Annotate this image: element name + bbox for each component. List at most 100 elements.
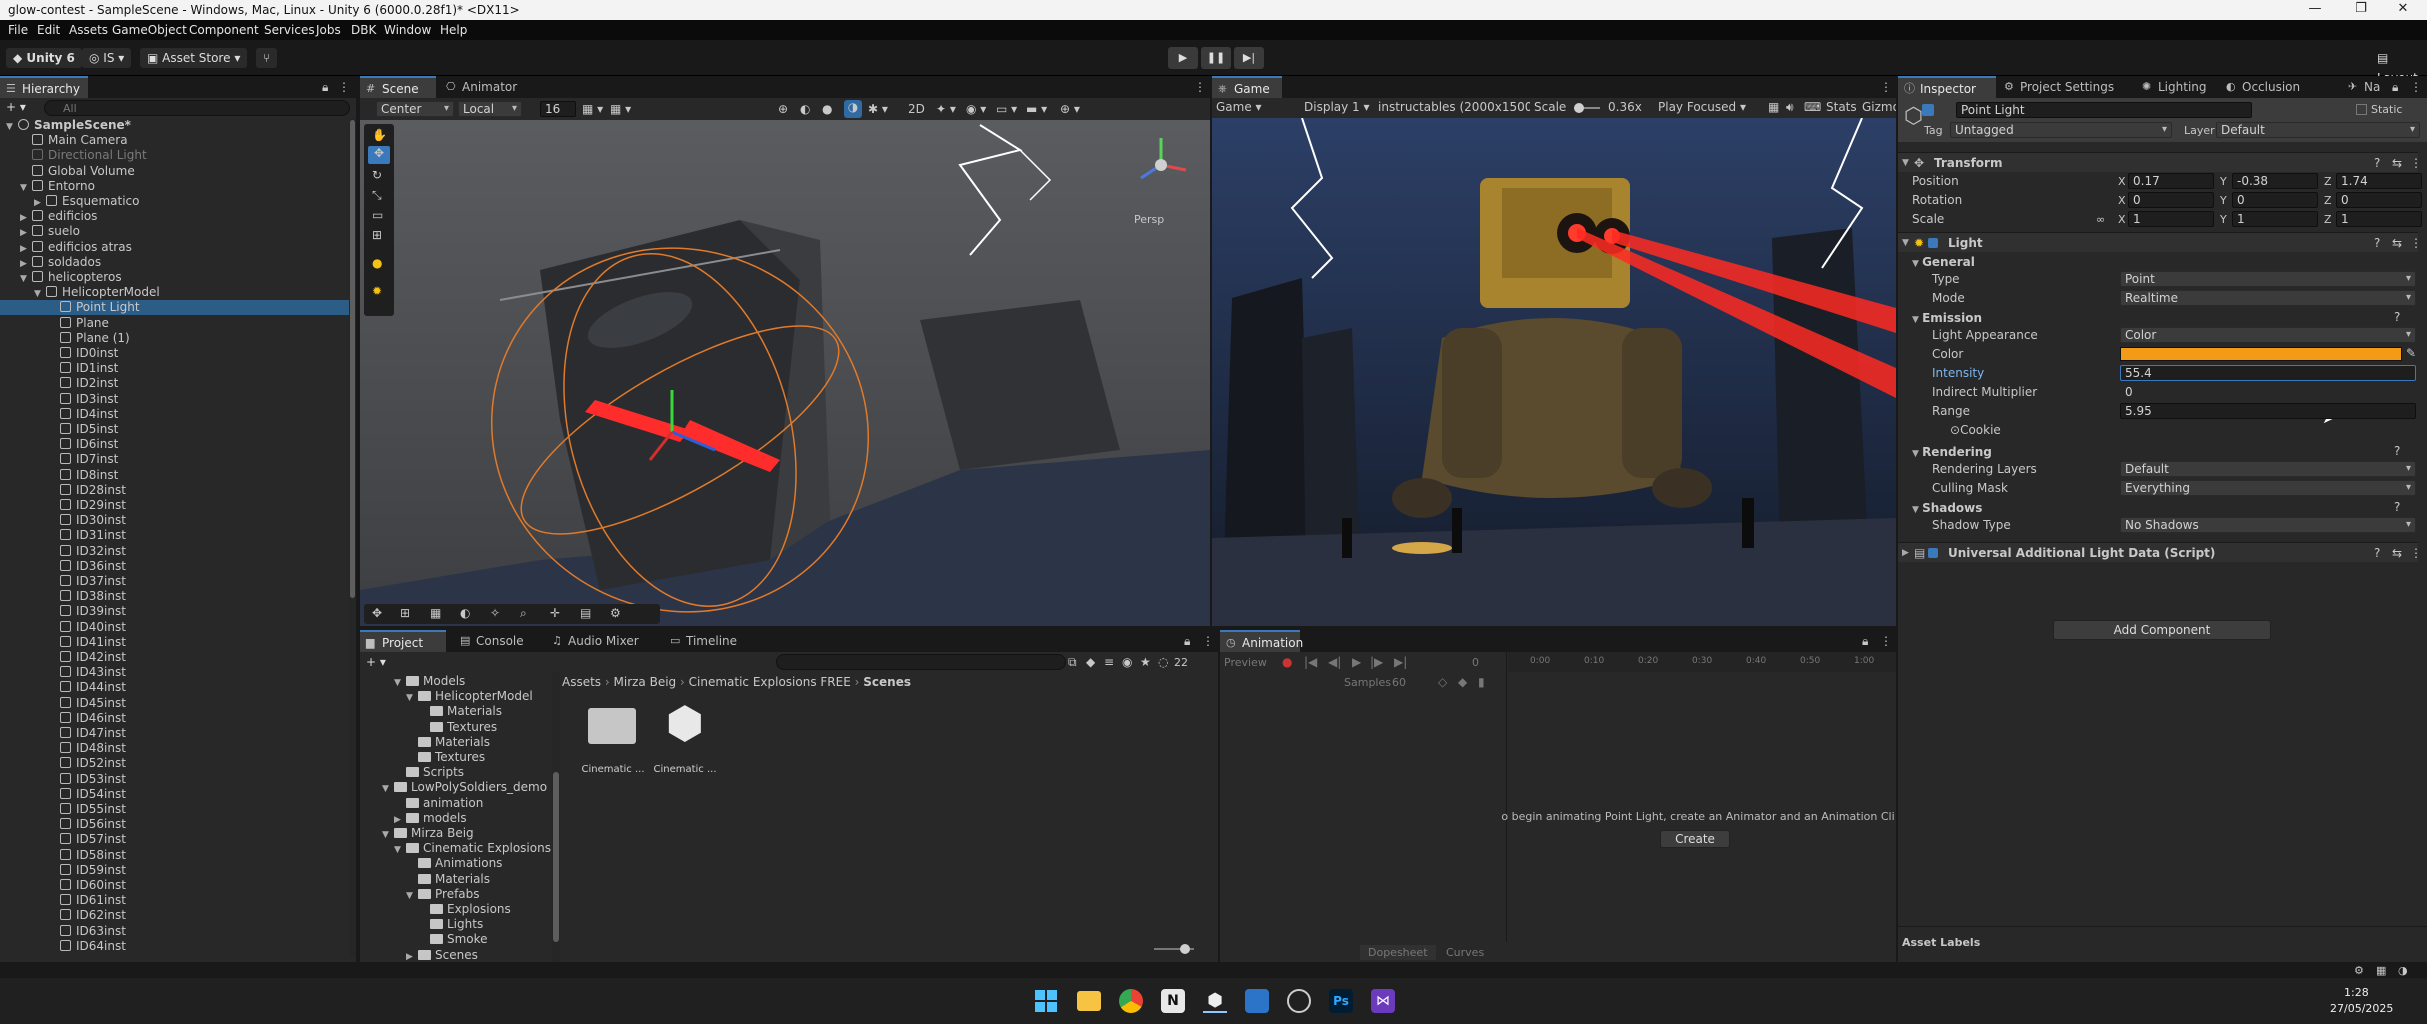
static-checkbox[interactable] — [2356, 104, 2367, 115]
rotate-tool-icon[interactable]: ↻ — [372, 168, 382, 183]
filter-icon[interactable]: ≡ — [1104, 655, 1114, 670]
account-button[interactable]: ◎ IS ▾ — [82, 48, 132, 68]
overlay-search-icon[interactable]: ⌕ — [520, 606, 527, 621]
tab-navigation[interactable]: ✈ Na — [2342, 76, 2388, 98]
component-menu-icon[interactable]: ⋮ — [2410, 153, 2422, 173]
step-button[interactable]: ▶| — [1234, 47, 1264, 69]
menu-services[interactable]: Services — [264, 23, 315, 37]
scrollbar-thumb[interactable] — [553, 772, 559, 942]
hierarchy-row[interactable]: ID7inst — [0, 452, 350, 467]
last-key-icon[interactable]: ▶| — [1394, 655, 1407, 670]
breadcrumb-assets[interactable]: Assets — [562, 675, 601, 689]
hierarchy-row[interactable]: ▶ edificios atras — [0, 240, 350, 255]
resolution-dropdown[interactable]: instructables (2000x1500) — [1378, 100, 1530, 115]
rect-tool-icon[interactable]: ▭ — [372, 208, 383, 223]
grid-snap-icon[interactable]: ▦ ▾ — [582, 102, 603, 117]
rendering-layers-dropdown[interactable]: Default — [2120, 461, 2416, 477]
layer-dropdown[interactable]: Default — [2216, 122, 2420, 138]
tab-lighting[interactable]: ✺ Lighting — [2136, 76, 2215, 98]
taskbar-time[interactable]: 1:28 — [2344, 986, 2369, 999]
next-key-icon[interactable]: |▶ — [1370, 655, 1383, 670]
project-tree-item[interactable]: Smoke — [418, 932, 488, 947]
hierarchy-row[interactable]: ▶ edificios — [0, 209, 350, 224]
hierarchy-row[interactable]: ID44inst — [0, 680, 350, 695]
overlay-light-icon[interactable]: ◐ — [460, 606, 470, 621]
project-tree-scrollbar[interactable] — [552, 672, 560, 962]
visibility-icon[interactable]: ◌ — [1158, 655, 1168, 670]
hierarchy-row[interactable]: ID54inst — [0, 787, 350, 802]
kebab-menu-icon[interactable]: ⋮ — [1880, 634, 1892, 649]
favorite-icon[interactable]: ★ — [1140, 655, 1151, 670]
hierarchy-row[interactable]: ▼ HelicopterModel — [0, 285, 350, 300]
preview-button[interactable]: Preview — [1224, 655, 1267, 670]
hierarchy-row[interactable]: ID37inst — [0, 574, 350, 589]
hierarchy-row[interactable]: ID39inst — [0, 604, 350, 619]
scale-z-field[interactable]: 1 — [2336, 211, 2422, 227]
taskbar-date[interactable]: 27/05/2025 — [2330, 1002, 2393, 1015]
hierarchy-scrollbar[interactable] — [349, 118, 356, 958]
memory-icon[interactable]: ▦ — [2376, 963, 2386, 978]
progress-icon[interactable]: ◑ — [2398, 963, 2408, 978]
minimize-icon[interactable]: — — [2292, 1, 2338, 19]
light-probe-tool-icon[interactable]: ● — [372, 256, 382, 271]
add-keyframe-icon[interactable]: ◇ — [1438, 675, 1447, 690]
overlay-navmesh-icon[interactable]: ✛ — [550, 606, 560, 621]
photos-icon[interactable] — [1245, 989, 1269, 1013]
hierarchy-row[interactable]: ID43inst — [0, 665, 350, 680]
pivot-dropdown[interactable]: Center — [376, 101, 454, 117]
indirect-field[interactable]: 0 — [2120, 384, 2416, 400]
unity-menu-button[interactable]: ◆ Unity 6 — [6, 48, 82, 68]
hierarchy-row[interactable]: ID40inst — [0, 620, 350, 635]
menu-help[interactable]: Help — [440, 23, 467, 37]
position-z-field[interactable]: 1.74 — [2336, 173, 2422, 189]
hierarchy-row[interactable]: ▶ suelo — [0, 224, 350, 239]
menu-jobs[interactable]: Jobs — [316, 23, 341, 37]
hierarchy-row[interactable]: ID3inst — [0, 392, 350, 407]
hierarchy-row[interactable]: ID41inst — [0, 635, 350, 650]
hierarchy-row[interactable]: ID42inst — [0, 650, 350, 665]
project-tree-item[interactable]: Animations — [406, 856, 502, 871]
2d-toggle-icon[interactable]: 2D — [908, 102, 925, 117]
wireframe-icon[interactable]: ◐ — [800, 102, 810, 117]
hierarchy-row[interactable]: ID31inst — [0, 528, 350, 543]
camera-toggle-icon[interactable]: ▬ ▾ — [1026, 102, 1047, 117]
hierarchy-row[interactable]: ID1inst — [0, 361, 350, 376]
tab-occlusion[interactable]: ◐ Occlusion — [2220, 76, 2308, 98]
light-enabled-checkbox[interactable] — [1928, 238, 1938, 248]
hierarchy-row[interactable]: ID64inst — [0, 939, 350, 954]
lit-icon[interactable]: ◑ — [844, 100, 862, 118]
chrome-icon[interactable] — [1119, 989, 1143, 1013]
tab-project-settings[interactable]: ⚙ Project Settings — [1998, 76, 2122, 98]
samples-field[interactable]: 60 — [1392, 675, 1406, 690]
space-dropdown[interactable]: Local — [458, 101, 522, 117]
light-tool-icon[interactable]: ✹ — [372, 284, 382, 299]
kebab-menu-icon[interactable]: ⋮ — [2410, 80, 2422, 95]
project-search-input[interactable] — [776, 654, 1066, 670]
hierarchy-row[interactable]: ID56inst — [0, 817, 350, 832]
shaded-icon[interactable]: ● — [822, 102, 832, 117]
audio-toggle-icon[interactable]: ◉ ▾ — [966, 102, 986, 117]
game-viewport[interactable] — [1212, 118, 1896, 626]
active-checkbox[interactable] — [1922, 104, 1934, 116]
lock-icon[interactable]: 🔒︎ — [1862, 634, 1868, 649]
create-animation-button[interactable]: Create — [1660, 830, 1730, 848]
hierarchy-row[interactable]: ID62inst — [0, 908, 350, 923]
menu-dbk[interactable]: DBK — [351, 23, 376, 37]
hierarchy-row[interactable]: Global Volume — [0, 164, 350, 179]
project-tree-item[interactable]: animation — [394, 796, 483, 811]
overlay-move-icon[interactable]: ✥ — [372, 606, 382, 621]
hierarchy-row[interactable]: ID59inst — [0, 863, 350, 878]
shortcuts-icon[interactable]: ⌨ — [1804, 100, 1821, 115]
preset-icon[interactable]: ⇆ — [2392, 153, 2402, 173]
project-tree-item[interactable]: Explosions — [418, 902, 511, 917]
hierarchy-row[interactable]: ID45inst — [0, 696, 350, 711]
move-tool-icon[interactable]: ✥ — [368, 146, 390, 164]
slider-thumb[interactable] — [1180, 944, 1190, 954]
component-menu-icon[interactable]: ⋮ — [2410, 543, 2422, 563]
frame-field[interactable]: 0 — [1472, 655, 1479, 670]
play-icon[interactable]: ▶ — [1352, 655, 1361, 670]
hierarchy-row[interactable]: Point Light — [0, 300, 350, 316]
mute-audio-icon[interactable]: 🔊︎ — [1786, 100, 1794, 115]
gizmos-toggle-icon[interactable]: ⊕ ▾ — [1060, 102, 1080, 117]
urp-enabled-checkbox[interactable] — [1928, 548, 1938, 558]
